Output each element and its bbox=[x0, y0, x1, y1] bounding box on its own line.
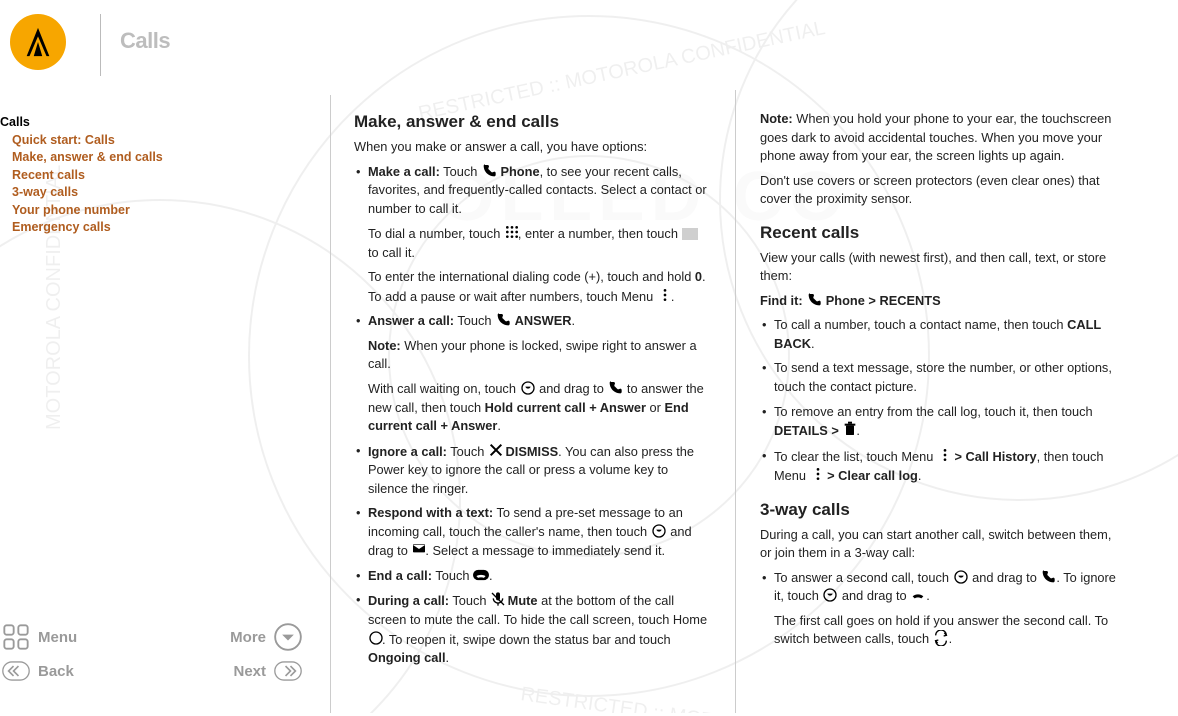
more-chevron-icon[interactable] bbox=[274, 623, 302, 651]
bullet-answer-call: Answer a call: Touch ANSWER. bbox=[354, 312, 711, 331]
phone-icon bbox=[607, 380, 623, 396]
next-label[interactable]: Next bbox=[233, 663, 266, 680]
mute-mic-icon bbox=[490, 591, 504, 605]
nav-quick-start[interactable]: Quick start: Calls bbox=[0, 132, 290, 150]
message-icon bbox=[411, 541, 425, 555]
sidebar-nav: Calls Quick start: Calls Make, answer & … bbox=[0, 114, 290, 237]
dial-para: To dial a number, touch , enter a number… bbox=[354, 224, 711, 262]
menu-dots-icon bbox=[657, 287, 671, 301]
bullet-ignore-call: Ignore a call: Touch DISMISS. You can al… bbox=[354, 442, 711, 499]
recent-bullet-remove: To remove an entry from the call log, to… bbox=[760, 403, 1116, 441]
main-content: Make, answer & end calls When you make o… bbox=[330, 90, 1178, 713]
recent-intro: View your calls (with newest first), and… bbox=[760, 249, 1116, 286]
ring-handle-icon bbox=[822, 587, 838, 603]
ear-note: Note: When you hold your phone to your e… bbox=[760, 110, 1116, 166]
recent-bullet-clear: To clear the list, touch Menu > Call His… bbox=[760, 447, 1116, 486]
bullet-end-call: End a call: Touch . bbox=[354, 567, 711, 586]
call-box-icon bbox=[682, 228, 698, 240]
nav-make-answer-end[interactable]: Make, answer & end calls bbox=[0, 149, 290, 167]
menu-dots-icon bbox=[937, 447, 951, 461]
menu-dots-icon bbox=[810, 466, 824, 480]
back-label[interactable]: Back bbox=[38, 663, 74, 680]
swap-icon bbox=[933, 630, 949, 646]
heading-3way: 3-way calls bbox=[760, 500, 1116, 520]
nav-calls[interactable]: Calls bbox=[0, 114, 290, 132]
more-label[interactable]: More bbox=[230, 629, 266, 646]
phone-icon bbox=[495, 312, 511, 328]
phone-icon bbox=[806, 292, 822, 308]
page-title: Calls bbox=[120, 28, 170, 54]
next-icon[interactable] bbox=[274, 657, 302, 685]
3way-intro: During a call, you can start another cal… bbox=[760, 526, 1116, 563]
home-icon bbox=[368, 630, 382, 644]
covers-note: Don't use covers or screen protectors (e… bbox=[760, 172, 1116, 209]
end-call-icon bbox=[473, 567, 489, 583]
phone-icon bbox=[481, 163, 497, 179]
intro-para: When you make or answer a call, you have… bbox=[354, 138, 711, 157]
back-icon[interactable] bbox=[2, 657, 30, 685]
note-locked: Note: When your phone is locked, swipe r… bbox=[354, 337, 711, 374]
phone-icon bbox=[1040, 569, 1056, 585]
dialpad-icon bbox=[504, 224, 518, 238]
bullet-respond-text: Respond with a text: To send a pre-set m… bbox=[354, 504, 711, 561]
bottom-nav: Menu More Back Next bbox=[2, 617, 302, 685]
recent-bullet-text: To send a text message, store the number… bbox=[760, 359, 1116, 396]
heading-make-answer-end: Make, answer & end calls bbox=[354, 112, 711, 132]
column-2: Note: When you hold your phone to your e… bbox=[735, 90, 1140, 713]
ring-handle-icon bbox=[651, 523, 667, 539]
column-1: Make, answer & end calls When you make o… bbox=[330, 90, 735, 713]
nav-recent-calls[interactable]: Recent calls bbox=[0, 167, 290, 185]
bullet-during-call: During a call: Touch Mute at the bottom … bbox=[354, 591, 711, 667]
intl-para: To enter the international dialing code … bbox=[354, 268, 711, 306]
trash-icon bbox=[842, 421, 856, 435]
bullet-make-call: Make a call: Touch Phone, to see your re… bbox=[354, 163, 711, 219]
nav-your-phone-number[interactable]: Your phone number bbox=[0, 202, 290, 220]
ring-handle-icon bbox=[953, 569, 969, 585]
nav-emergency-calls[interactable]: Emergency calls bbox=[0, 219, 290, 237]
x-icon bbox=[488, 442, 502, 456]
motorola-logo bbox=[10, 14, 66, 70]
call-waiting-para: With call waiting on, touch and drag to … bbox=[354, 380, 711, 436]
3way-switch: The first call goes on hold if you answe… bbox=[760, 612, 1116, 649]
3way-bullet-answer: To answer a second call, touch and drag … bbox=[760, 569, 1116, 606]
heading-recent-calls: Recent calls bbox=[760, 223, 1116, 243]
end-call-icon bbox=[910, 587, 926, 603]
find-it: Find it: Phone > RECENTS bbox=[760, 292, 1116, 311]
nav-3way-calls[interactable]: 3-way calls bbox=[0, 184, 290, 202]
recent-bullet-callback: To call a number, touch a contact name, … bbox=[760, 316, 1116, 353]
menu-grid-icon[interactable] bbox=[2, 623, 30, 651]
ring-handle-icon bbox=[520, 380, 536, 396]
title-divider bbox=[100, 14, 101, 76]
menu-label[interactable]: Menu bbox=[38, 629, 77, 646]
